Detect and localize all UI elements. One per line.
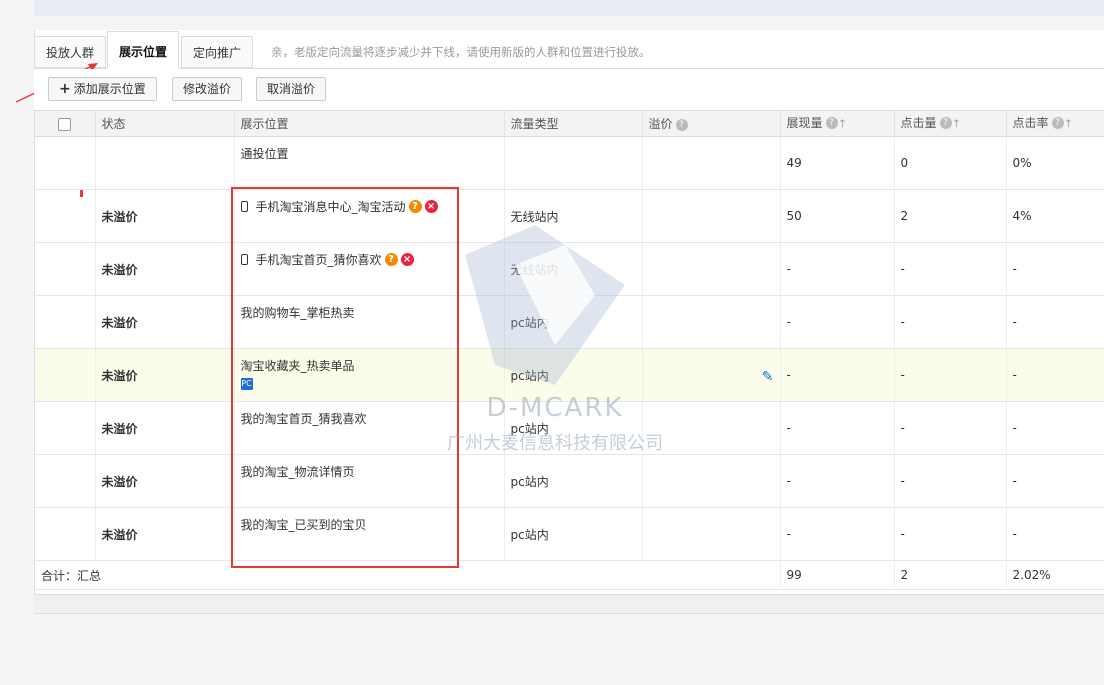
question-icon[interactable]: ? <box>1051 117 1064 129</box>
header-ctr[interactable]: 点击率? 🡑 <box>1006 110 1104 137</box>
header-position: 展示位置 <box>234 110 505 137</box>
position-name: 我的淘宝_已买到的宝贝 <box>240 518 367 532</box>
ctr-cell: 4% <box>1006 189 1104 243</box>
traffic-type-cell: pc站内 <box>504 401 643 455</box>
ctr-cell: - <box>1006 454 1104 508</box>
arrow-up-icon[interactable]: 🡑 <box>954 115 960 134</box>
arrow-up-icon[interactable]: 🡑 <box>840 115 846 134</box>
traffic-type-cell: 无线站内 <box>504 189 643 243</box>
clicks-cell: - <box>894 295 1007 349</box>
total-impressions: 99 <box>780 560 895 590</box>
status-badge: 未溢价 <box>95 454 235 508</box>
header-clicks[interactable]: 点击量? 🡑 <box>894 110 1007 137</box>
close-icon[interactable]: × <box>424 200 438 213</box>
question-icon[interactable]: ? <box>825 117 838 129</box>
total-clicks: 2 <box>894 560 1007 590</box>
question-icon[interactable]: ? <box>408 200 422 213</box>
ctr-cell: - <box>1006 295 1104 349</box>
phone-icon <box>240 254 248 265</box>
clicks-cell: 2 <box>894 189 1007 243</box>
table-row: 未溢价 淘宝收藏夹_热卖单品 PC pc站内 ✎ - - - <box>35 348 1104 402</box>
total-label: 合计：汇总 <box>35 560 781 590</box>
ctr-cell: - <box>1006 507 1104 561</box>
plus-icon: + <box>59 81 71 97</box>
table-header: 状态 展示位置 流量类型 溢价? 展现量? 🡑 点击量? 🡑 点击率? 🡑 <box>35 110 1104 137</box>
pencil-icon[interactable]: ✎ <box>762 369 774 385</box>
clicks-cell: 0 <box>894 136 1007 190</box>
impressions-cell: - <box>780 454 895 508</box>
total-ctr: 2.02% <box>1006 560 1104 590</box>
impressions-cell: - <box>780 242 895 296</box>
traffic-type-cell: pc站内 <box>504 507 643 561</box>
impressions-cell: - <box>780 348 895 402</box>
table-row: 未溢价 手机淘宝首页_猜你喜欢? × 无线站内 - - - <box>35 242 1104 296</box>
toolbar: + 添加展示位置 修改溢价 取消溢价 <box>34 69 1104 110</box>
top-bar <box>34 0 1104 16</box>
tab-targeting[interactable]: 定向推广 <box>181 36 254 68</box>
position-name: 手机淘宝消息中心_淘宝活动 <box>255 200 406 214</box>
status-badge: 未溢价 <box>95 295 235 349</box>
select-all-header <box>35 110 96 137</box>
header-status: 状态 <box>95 110 235 137</box>
clicks-cell: - <box>894 348 1007 402</box>
total-row: 合计：汇总 99 2 2.02% <box>35 560 1104 590</box>
header-impressions[interactable]: 展现量? 🡑 <box>780 110 895 137</box>
table-row: 未溢价 我的购物车_掌柜热卖 pc站内 - - - <box>35 295 1104 349</box>
table-row: 通投位置 49 0 0% <box>35 136 1104 190</box>
status-badge: 未溢价 <box>95 401 235 455</box>
status-badge: 未溢价 <box>95 507 235 561</box>
traffic-type-cell: pc站内 <box>504 295 643 349</box>
annotation-mark <box>80 190 83 197</box>
header-premium: 溢价? <box>642 110 781 137</box>
impressions-cell: - <box>780 295 895 349</box>
horizontal-scrollbar[interactable] <box>34 594 1104 614</box>
impressions-cell: 50 <box>780 189 895 243</box>
select-all-checkbox[interactable] <box>58 117 72 131</box>
traffic-type-cell: pc站内 <box>504 348 643 402</box>
status-badge: 未溢价 <box>95 242 235 296</box>
clicks-cell: - <box>894 507 1007 561</box>
placement-table: 状态 展示位置 流量类型 溢价? 展现量? 🡑 点击量? 🡑 点击率? 🡑 通投位置 … <box>35 110 1104 590</box>
position-name: 我的淘宝_物流详情页 <box>240 465 355 479</box>
position-name: 我的购物车_掌柜热卖 <box>240 306 355 320</box>
clicks-cell: - <box>894 242 1007 296</box>
question-icon[interactable]: ? <box>675 118 688 131</box>
table-row: 未溢价 我的淘宝_物流详情页 pc站内 - - - <box>35 454 1104 508</box>
tab-placement[interactable]: 展示位置 <box>107 31 180 69</box>
traffic-type-cell: pc站内 <box>504 454 643 508</box>
impressions-cell: - <box>780 401 895 455</box>
close-icon[interactable]: × <box>400 253 414 266</box>
position-name: 我的淘宝首页_猜我喜欢 <box>240 412 367 426</box>
cancel-premium-button[interactable]: 取消溢价 <box>256 77 327 101</box>
position-name: 手机淘宝首页_猜你喜欢 <box>255 253 382 267</box>
ctr-cell: - <box>1006 242 1104 296</box>
ctr-cell: 0% <box>1006 136 1104 190</box>
ctr-cell: - <box>1006 401 1104 455</box>
question-icon[interactable]: ? <box>384 253 398 266</box>
ctr-cell: - <box>1006 348 1104 402</box>
table-row: 未溢价 手机淘宝消息中心_淘宝活动? × 无线站内 50 2 4% <box>35 189 1104 243</box>
phone-icon <box>240 201 248 212</box>
pc-icon: PC <box>240 378 253 390</box>
add-placement-button[interactable]: + 添加展示位置 <box>48 77 157 101</box>
position-name: 通投位置 <box>240 147 289 161</box>
table-row: 未溢价 我的淘宝首页_猜我喜欢 pc站内 - - - <box>35 401 1104 455</box>
table-row: 未溢价 我的淘宝_已买到的宝贝 pc站内 - - - <box>35 507 1104 561</box>
edit-premium-button[interactable]: 修改溢价 <box>172 77 243 101</box>
arrow-up-icon[interactable]: 🡑 <box>1066 115 1072 134</box>
position-name: 淘宝收藏夹_热卖单品 <box>240 359 355 373</box>
clicks-cell: - <box>894 454 1007 508</box>
question-icon[interactable]: ? <box>939 117 952 129</box>
clicks-cell: - <box>894 401 1007 455</box>
status-badge: 未溢价 <box>95 348 235 402</box>
header-traffic-type: 流量类型 <box>504 110 643 137</box>
impressions-cell: - <box>780 507 895 561</box>
status-badge: 未溢价 <box>95 189 235 243</box>
notice-text: 亲，老版定向流量将逐步减少并下线，请使用新版的人群和位置进行投放。 <box>271 45 651 59</box>
impressions-cell: 49 <box>780 136 895 190</box>
traffic-type-cell: 无线站内 <box>504 242 643 296</box>
